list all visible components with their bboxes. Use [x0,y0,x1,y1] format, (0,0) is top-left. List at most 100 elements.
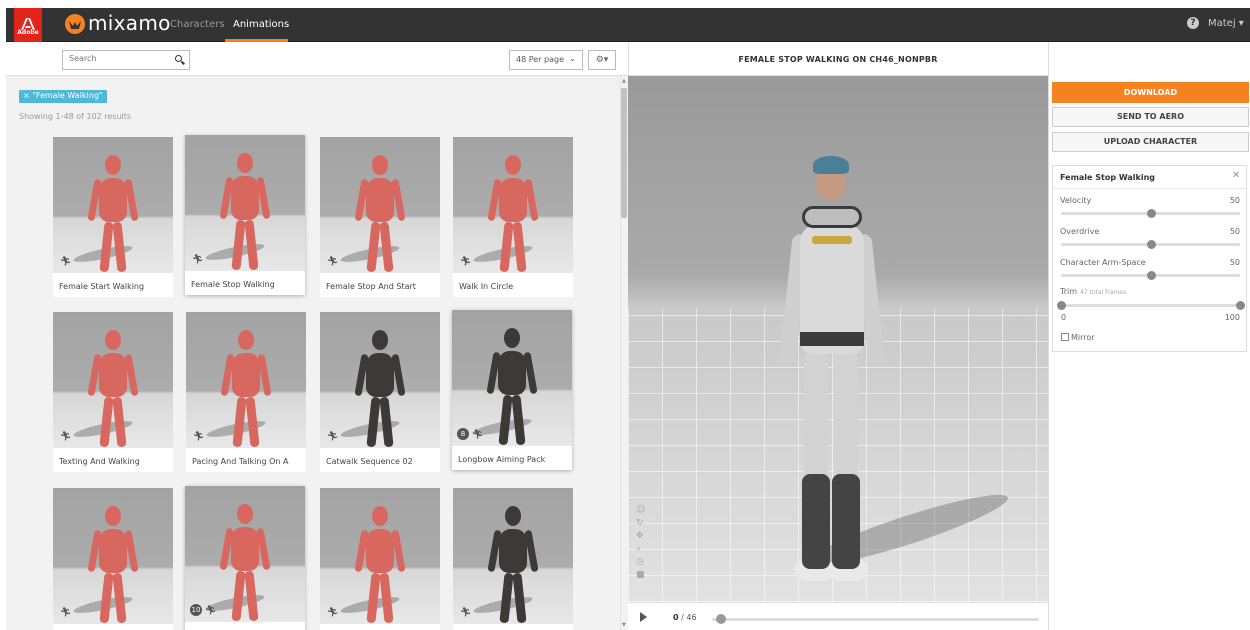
rotate-icon[interactable]: ↻ [636,518,644,528]
trim-end-handle[interactable] [1236,301,1245,310]
timeline-scrubber[interactable] [712,618,1039,621]
send-to-aero-button[interactable]: SEND TO AERO [1052,107,1249,127]
tab-characters[interactable]: Characters [170,19,225,30]
figure-torso [366,178,394,222]
running-figure-icon: 🏃︎ [327,432,339,442]
trim-label: Trim 47 total frames [1060,287,1126,296]
results-count: Showing 1-48 of 102 results [19,112,132,121]
trim-start-handle[interactable] [1057,301,1066,310]
close-icon[interactable]: ✕ [1232,170,1240,181]
animation-thumbnail[interactable]: 🏃︎ [53,312,173,448]
slider-handle[interactable] [1146,271,1156,280]
camera-icon[interactable]: ■ [636,570,645,580]
search-input[interactable] [69,54,164,63]
figure-torso [366,353,394,397]
animation-figure [87,506,139,624]
slider-track[interactable] [1061,271,1240,280]
zoom-icon[interactable]: ⌕ [636,544,641,554]
running-figure-icon: 🏃︎ [327,257,339,267]
figure-legs [364,572,396,624]
character-icon[interactable]: ☺ [636,505,645,515]
animation-card-label: Female Start Walking [59,282,145,291]
animation-thumbnail[interactable]: 🏃︎ [320,312,440,448]
slider-handle[interactable] [1146,209,1156,218]
search-field[interactable] [62,50,190,70]
scroll-up-arrow-icon[interactable]: ▲ [622,78,626,84]
figure-torso [231,176,259,220]
search-icon[interactable] [175,55,182,62]
figure-torso [498,351,526,395]
animation-card[interactable]: 🏃︎ Texting And Walking [53,312,173,472]
trim-frame-count: 47 total frames [1080,289,1127,296]
figure-torso [231,527,259,571]
mirror-label[interactable]: Mirror [1071,333,1095,342]
figure-right-leg [379,396,394,448]
figure-right-leg [112,572,127,624]
trim-title: Trim [1060,287,1078,296]
settings-gear-button[interactable]: ⚙▾ [588,50,616,70]
animation-card[interactable]: 🏃︎ Walk In Circle [453,137,573,297]
help-icon[interactable]: ? [1187,17,1199,29]
figure-legs [97,221,129,273]
animation-preview-title: FEMALE STOP WALKING ON CH46_NONPBR [738,55,938,64]
figure-left-leg [99,396,114,448]
figure-head [372,330,388,350]
tab-animations[interactable]: Animations [233,19,289,30]
figure-torso [99,529,127,573]
animation-card[interactable]: 10 🏃︎ [185,486,305,630]
running-figure-icon: 🏃︎ [472,430,484,440]
reset-view-icon[interactable]: ◷ [636,557,644,567]
mixamo-brand-name[interactable]: mixamo [88,11,171,35]
play-icon[interactable] [640,612,647,622]
animation-thumbnail[interactable]: 🏃︎ [186,312,306,448]
animation-figure [219,504,271,622]
animation-thumbnail[interactable]: 🏃︎ [453,137,573,273]
animation-card-label: Female Stop And Start [326,282,416,291]
animation-thumbnail[interactable]: 🏃︎ [320,137,440,273]
animation-card[interactable]: 🏃︎ [320,488,440,630]
timeline-handle[interactable] [716,614,726,624]
animation-thumbnail[interactable]: 🏃︎ [53,488,173,624]
running-figure-icon: 🏃︎ [60,432,72,442]
chest-emblem [812,236,852,244]
mirror-checkbox[interactable] [1061,333,1069,341]
trim-slider[interactable] [1057,301,1245,310]
download-button[interactable]: DOWNLOAD [1052,82,1249,103]
animation-thumbnail[interactable]: 10 🏃︎ [185,486,305,622]
animation-figure [487,506,539,624]
animation-card[interactable]: 🏃︎ Pacing And Talking On A [186,312,306,472]
figure-right-leg [379,572,394,624]
figure-right-leg [512,221,527,273]
slider-track[interactable] [1061,240,1240,249]
pack-count-badge: 10 [190,604,202,616]
figure-legs [229,570,261,622]
animation-card[interactable]: 🏃︎ Female Stop Walking [185,135,305,295]
user-menu[interactable]: Matej ▾ [1208,18,1244,29]
figure-torso [99,353,127,397]
figure-right-leg [112,396,127,448]
per-page-select[interactable]: 48 Per page ⌄ [509,50,583,70]
animation-card[interactable]: 🏃︎ Female Stop And Start [320,137,440,297]
slider-handle[interactable] [1146,240,1156,249]
scrollbar-thumb[interactable] [621,88,627,218]
pan-icon[interactable]: ✥ [636,531,644,541]
scroll-down-arrow-icon[interactable]: ▼ [622,622,626,628]
animation-card[interactable]: 🏃︎ [453,488,573,630]
mixamo-app: Adobe mixamo Characters Animations ? Mat… [0,0,1250,630]
mixamo-logo-icon[interactable] [64,13,86,35]
slider-track[interactable] [1061,209,1240,218]
figure-left-leg [99,572,114,624]
animation-card[interactable]: 🏃︎ [53,488,173,630]
search-filter-tag[interactable]: × "Female Walking" [19,90,107,103]
3d-preview-viewport[interactable] [628,76,1048,602]
upload-character-button[interactable]: UPLOAD CHARACTER [1052,132,1249,152]
animation-thumbnail[interactable]: 🏃︎ [453,488,573,624]
animation-thumbnail[interactable]: 🏃︎ [185,135,305,271]
animation-thumbnail[interactable]: 8 🏃︎ [452,310,572,446]
animation-card[interactable]: 🏃︎ Catwalk Sequence 02 [320,312,440,472]
animation-card[interactable]: 🏃︎ Female Start Walking [53,137,173,297]
animation-card[interactable]: 8 🏃︎ Longbow Aiming Pack [452,310,572,470]
animation-thumbnail[interactable]: 🏃︎ [53,137,173,273]
animation-thumbnail[interactable]: 🏃︎ [320,488,440,624]
right-boot [832,474,860,569]
